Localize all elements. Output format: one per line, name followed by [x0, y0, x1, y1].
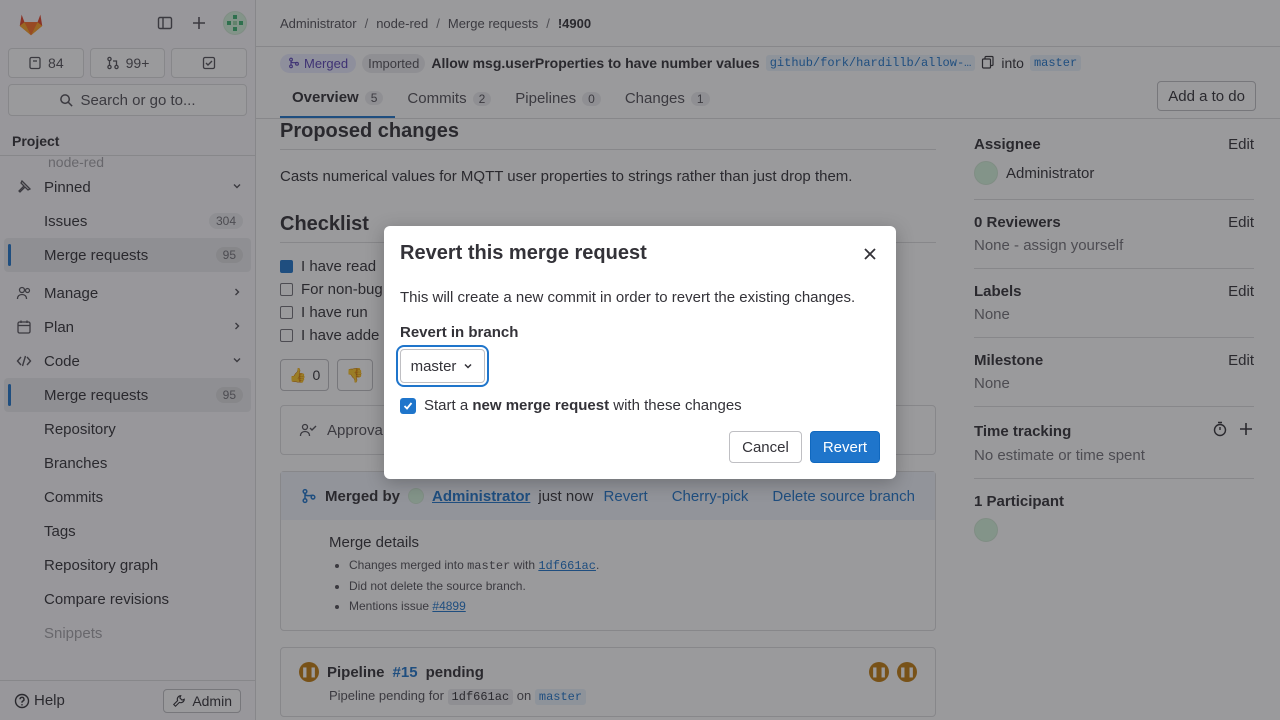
new-mr-label: Start a new merge request with these cha…: [424, 397, 742, 414]
branch-value: master: [410, 357, 457, 375]
modal-title: Revert this merge request: [400, 242, 647, 264]
modal-footer: Cancel Revert: [729, 431, 880, 463]
new-mr-checkbox[interactable]: [400, 397, 416, 414]
revert-modal: Revert this merge request This will crea…: [384, 226, 896, 479]
branch-label: Revert in branch: [400, 324, 519, 341]
revert-button[interactable]: Revert: [809, 431, 880, 463]
modal-description: This will create a new commit in order t…: [400, 289, 856, 306]
new-mr-option: Start a new merge request with these cha…: [400, 397, 880, 414]
close-icon[interactable]: [860, 244, 880, 264]
branch-dropdown[interactable]: master: [400, 349, 485, 383]
cancel-button[interactable]: Cancel: [729, 431, 802, 463]
chevron-down-icon: [464, 363, 472, 369]
